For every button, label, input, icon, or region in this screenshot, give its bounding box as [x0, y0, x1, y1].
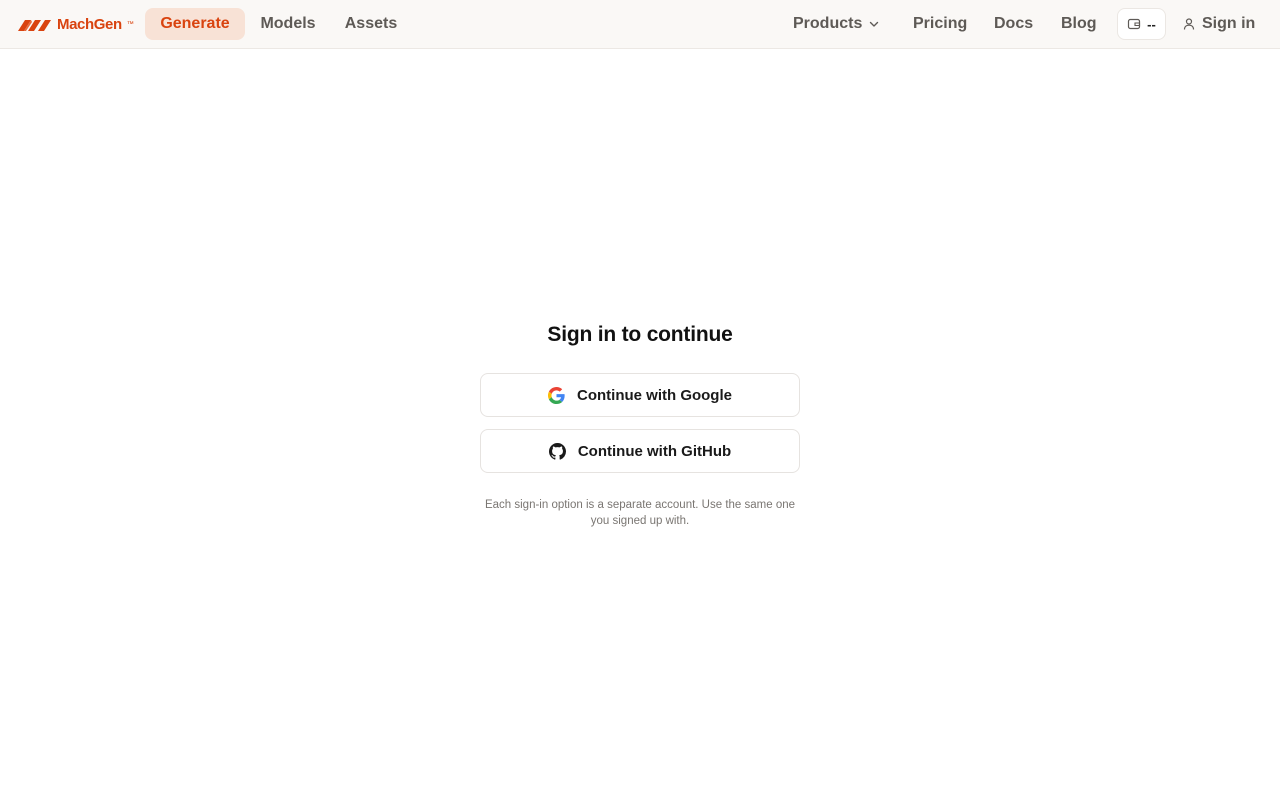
nav-sign-in[interactable]: Sign in [1178, 8, 1259, 40]
nav-assets[interactable]: Assets [331, 8, 411, 40]
continue-with-google-button[interactable]: Continue with Google [480, 373, 800, 417]
brand-name: MachGen [57, 15, 122, 33]
user-icon [1183, 18, 1195, 30]
credits-button[interactable]: -- [1117, 8, 1166, 40]
brand-logo[interactable]: MachGen ™ [18, 15, 134, 33]
nav-models[interactable]: Models [247, 8, 329, 40]
sign-in-card: Sign in to continue Continue with Google… [480, 318, 800, 529]
google-icon [548, 386, 565, 404]
brand-mark-icon [18, 20, 51, 31]
chevron-down-icon [870, 21, 879, 27]
nav-blog[interactable]: Blog [1049, 8, 1109, 40]
nav-sign-in-label: Sign in [1202, 15, 1256, 32]
brand-trademark: ™ [126, 20, 134, 28]
github-icon [548, 442, 566, 460]
nav-pricing[interactable]: Pricing [901, 8, 979, 40]
credits-value: -- [1147, 16, 1156, 32]
google-button-label: Continue with Google [577, 386, 732, 404]
continue-with-github-button[interactable]: Continue with GitHub [480, 429, 800, 473]
nav-docs[interactable]: Docs [982, 8, 1045, 40]
nav-products-label: Products [793, 15, 863, 32]
wallet-icon [1128, 18, 1141, 30]
top-navbar: MachGen ™ Generate Models Assets Products… [0, 0, 1280, 49]
page-title: Sign in to continue [547, 323, 733, 346]
nav-generate[interactable]: Generate [145, 8, 245, 40]
nav-products[interactable]: Products [781, 8, 892, 40]
sign-in-note: Each sign-in option is a separate accoun… [484, 499, 796, 527]
github-button-label: Continue with GitHub [577, 442, 732, 460]
